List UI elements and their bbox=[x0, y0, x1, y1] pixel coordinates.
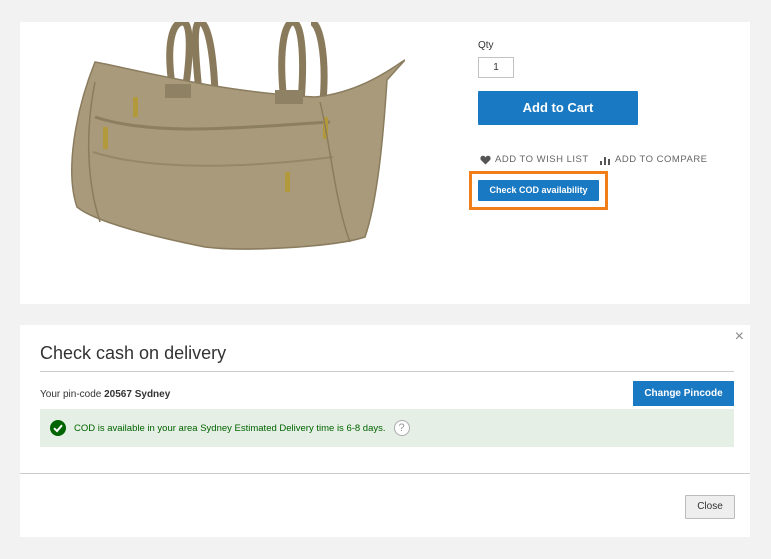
heart-icon bbox=[480, 155, 491, 165]
qty-label: Qty bbox=[478, 40, 494, 51]
product-image bbox=[71, 22, 405, 250]
check-circle-icon bbox=[50, 420, 66, 436]
modal-title: Check cash on delivery bbox=[40, 343, 227, 363]
pincode-info: Your pin-code 20567 Sydney bbox=[40, 389, 170, 400]
compare-chart-icon bbox=[600, 156, 610, 165]
add-to-cart-button[interactable]: Add to Cart bbox=[478, 91, 638, 125]
compare-label: ADD TO COMPARE bbox=[615, 154, 708, 165]
pincode-value: 20567 Sydney bbox=[104, 389, 171, 400]
close-icon[interactable]: × bbox=[735, 329, 744, 345]
change-pincode-button[interactable]: Change Pincode bbox=[633, 381, 734, 406]
pincode-prefix: Your pin-code bbox=[40, 389, 102, 400]
success-text: COD is available in your area Sydney Est… bbox=[74, 422, 386, 434]
success-message: COD is available in your area Sydney Est… bbox=[40, 409, 734, 447]
help-icon[interactable]: ? bbox=[393, 420, 410, 436]
divider bbox=[40, 371, 734, 372]
product-panel: Qty 1 Add to Cart ADD TO WISH LIST ADD T… bbox=[20, 22, 750, 304]
add-to-compare-link[interactable]: ADD TO COMPARE bbox=[600, 154, 708, 165]
qty-input[interactable]: 1 bbox=[478, 57, 514, 78]
cod-modal: × Check cash on delivery Your pin-code 2… bbox=[20, 325, 750, 537]
footer-divider bbox=[20, 473, 750, 474]
wishlist-label: ADD TO WISH LIST bbox=[495, 154, 589, 165]
check-cod-button[interactable]: Check COD availability bbox=[478, 180, 599, 201]
close-button[interactable]: Close bbox=[685, 495, 735, 519]
add-to-wishlist-link[interactable]: ADD TO WISH LIST bbox=[480, 154, 589, 165]
